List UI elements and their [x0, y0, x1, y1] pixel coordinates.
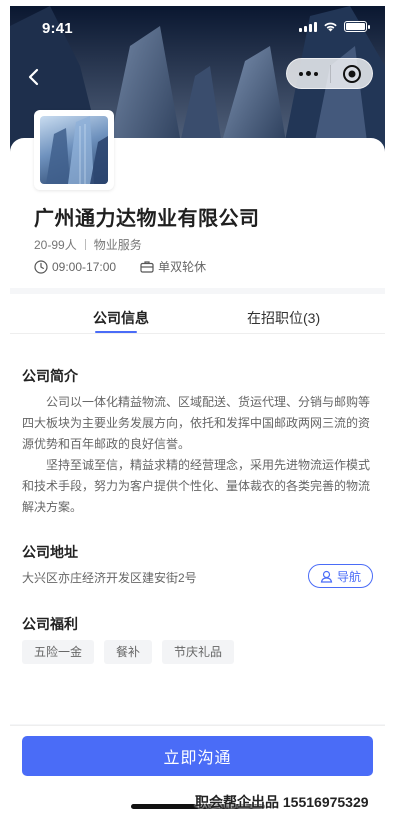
rest-schedule: 单双轮休: [158, 260, 207, 274]
miniprogram-capsule: [286, 58, 373, 89]
close-miniprogram-button[interactable]: [331, 64, 372, 84]
welfare-title: 公司福利: [22, 616, 78, 632]
tab-company-info[interactable]: 公司信息: [93, 308, 149, 328]
status-bar: 9:41: [10, 6, 385, 50]
intro-paragraph: 坚持至诚至信，精益求精的经营理念，采用先进物流运作模式和技术手段，努力为客户提供…: [22, 458, 371, 514]
watermark-text: 职会帮企出品 15516975329: [195, 794, 369, 810]
chat-now-button[interactable]: 立即沟通: [22, 736, 373, 776]
tab-open-positions[interactable]: 在招职位(3): [247, 308, 320, 328]
target-icon: [342, 64, 361, 83]
welfare-tags: 五险一金 餐补 节庆礼品: [22, 640, 235, 664]
welfare-tag: 五险一金: [22, 640, 95, 664]
more-dots-icon[interactable]: [287, 59, 330, 88]
back-icon: [28, 68, 39, 86]
status-time: 9:41: [42, 20, 73, 37]
company-logo: [34, 110, 114, 190]
briefcase-icon: [140, 261, 154, 273]
intro-text: 公司以一体化精益物流、区域配送、货运代理、分销与邮购等四大板块为主要业务发展方向…: [22, 392, 372, 518]
company-industry: 物业服务: [93, 238, 142, 252]
work-hours: 09:00-17:00: [52, 259, 117, 274]
wifi-icon: [324, 22, 337, 32]
logo-building-image: [46, 116, 108, 184]
intro-title: 公司简介: [22, 368, 78, 384]
company-info-panel: 公司信息 在招职位(3) 公司简介 公司以一体化精益物流、区域配送、货运代理、分…: [10, 294, 385, 724]
battery-icon: [344, 21, 370, 32]
company-name: 广州通力达物业有限公司: [34, 208, 260, 230]
navigate-label: 导航: [336, 569, 361, 584]
welfare-tag: 餐补: [104, 640, 153, 664]
intro-paragraph: 公司以一体化精益物流、区域配送、货运代理、分销与邮购等四大板块为主要业务发展方向…: [22, 395, 371, 451]
navigate-button[interactable]: 导航: [308, 564, 373, 588]
company-schedule: 09:00-17:00 单双轮休: [34, 258, 230, 275]
company-meta: 20-99人 物业服务: [34, 236, 142, 253]
tab-bar: 公司信息 在招职位(3): [10, 294, 385, 334]
company-size: 20-99人: [34, 238, 77, 252]
address-title: 公司地址: [22, 544, 78, 560]
clock-icon: [34, 259, 48, 274]
app-frame: 9:41 广州通力达物业有限公司 20-99人 物业服务 09:00-17:00…: [10, 6, 385, 814]
signal-icon: [299, 21, 317, 32]
location-person-icon: [320, 570, 333, 583]
welfare-tag: 节庆礼品: [162, 640, 235, 664]
active-tab-indicator: [95, 331, 137, 333]
back-button[interactable]: [18, 62, 48, 92]
address-text: 大兴区亦庄经济开发区建安街2号: [22, 571, 197, 585]
